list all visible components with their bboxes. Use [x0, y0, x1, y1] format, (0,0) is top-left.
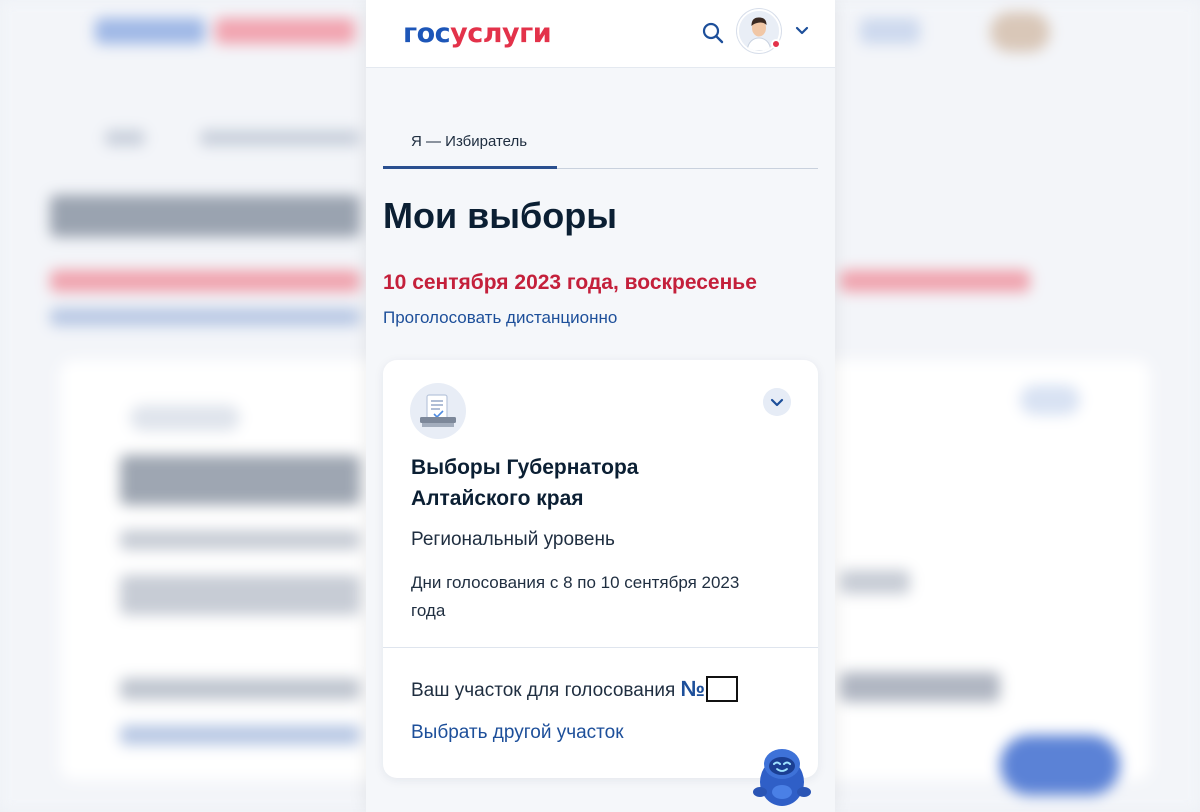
tab-bar: Я — Избиратель: [383, 120, 818, 169]
polling-station: Ваш участок для голосования №: [411, 676, 739, 702]
change-station-link[interactable]: Выбрать другой участок: [411, 722, 624, 744]
gosuslugi-logo[interactable]: госуслуги: [403, 18, 552, 49]
election-date: 10 сентября 2023 года, воскресенье: [383, 271, 757, 294]
voting-days: Дни голосования с 8 по 10 сентября 2023 …: [411, 573, 740, 620]
election-title: Выборы Губернатора Алтайского края: [411, 456, 639, 510]
station-number-sign: №: [680, 676, 706, 701]
mobile-page: госуслуги Я — Избиратель Мои выборы 10 с…: [366, 0, 835, 812]
card-divider: [383, 647, 818, 648]
search-icon[interactable]: [702, 22, 724, 44]
logo-part-gos: гос: [403, 18, 451, 49]
expand-chevron-icon[interactable]: [763, 388, 791, 416]
assistant-robot-icon[interactable]: [746, 740, 818, 812]
notification-dot: [771, 39, 781, 49]
tab-voter[interactable]: Я — Избиратель: [383, 120, 557, 169]
station-number-redacted: [706, 676, 739, 702]
top-header: госуслуги: [366, 0, 835, 68]
election-level: Региональный уровень: [411, 529, 615, 550]
chevron-down-icon[interactable]: [794, 22, 810, 38]
election-card: Выборы Губернатора Алтайского края Регио…: [383, 360, 818, 778]
logo-part-uslugi: услуги: [450, 18, 552, 49]
polling-station-label: Ваш участок для голосования: [411, 680, 676, 701]
ballot-box-icon: [410, 383, 466, 439]
page-title: Мои выборы: [383, 195, 617, 236]
vote-remote-link[interactable]: Проголосовать дистанционно: [383, 308, 617, 328]
